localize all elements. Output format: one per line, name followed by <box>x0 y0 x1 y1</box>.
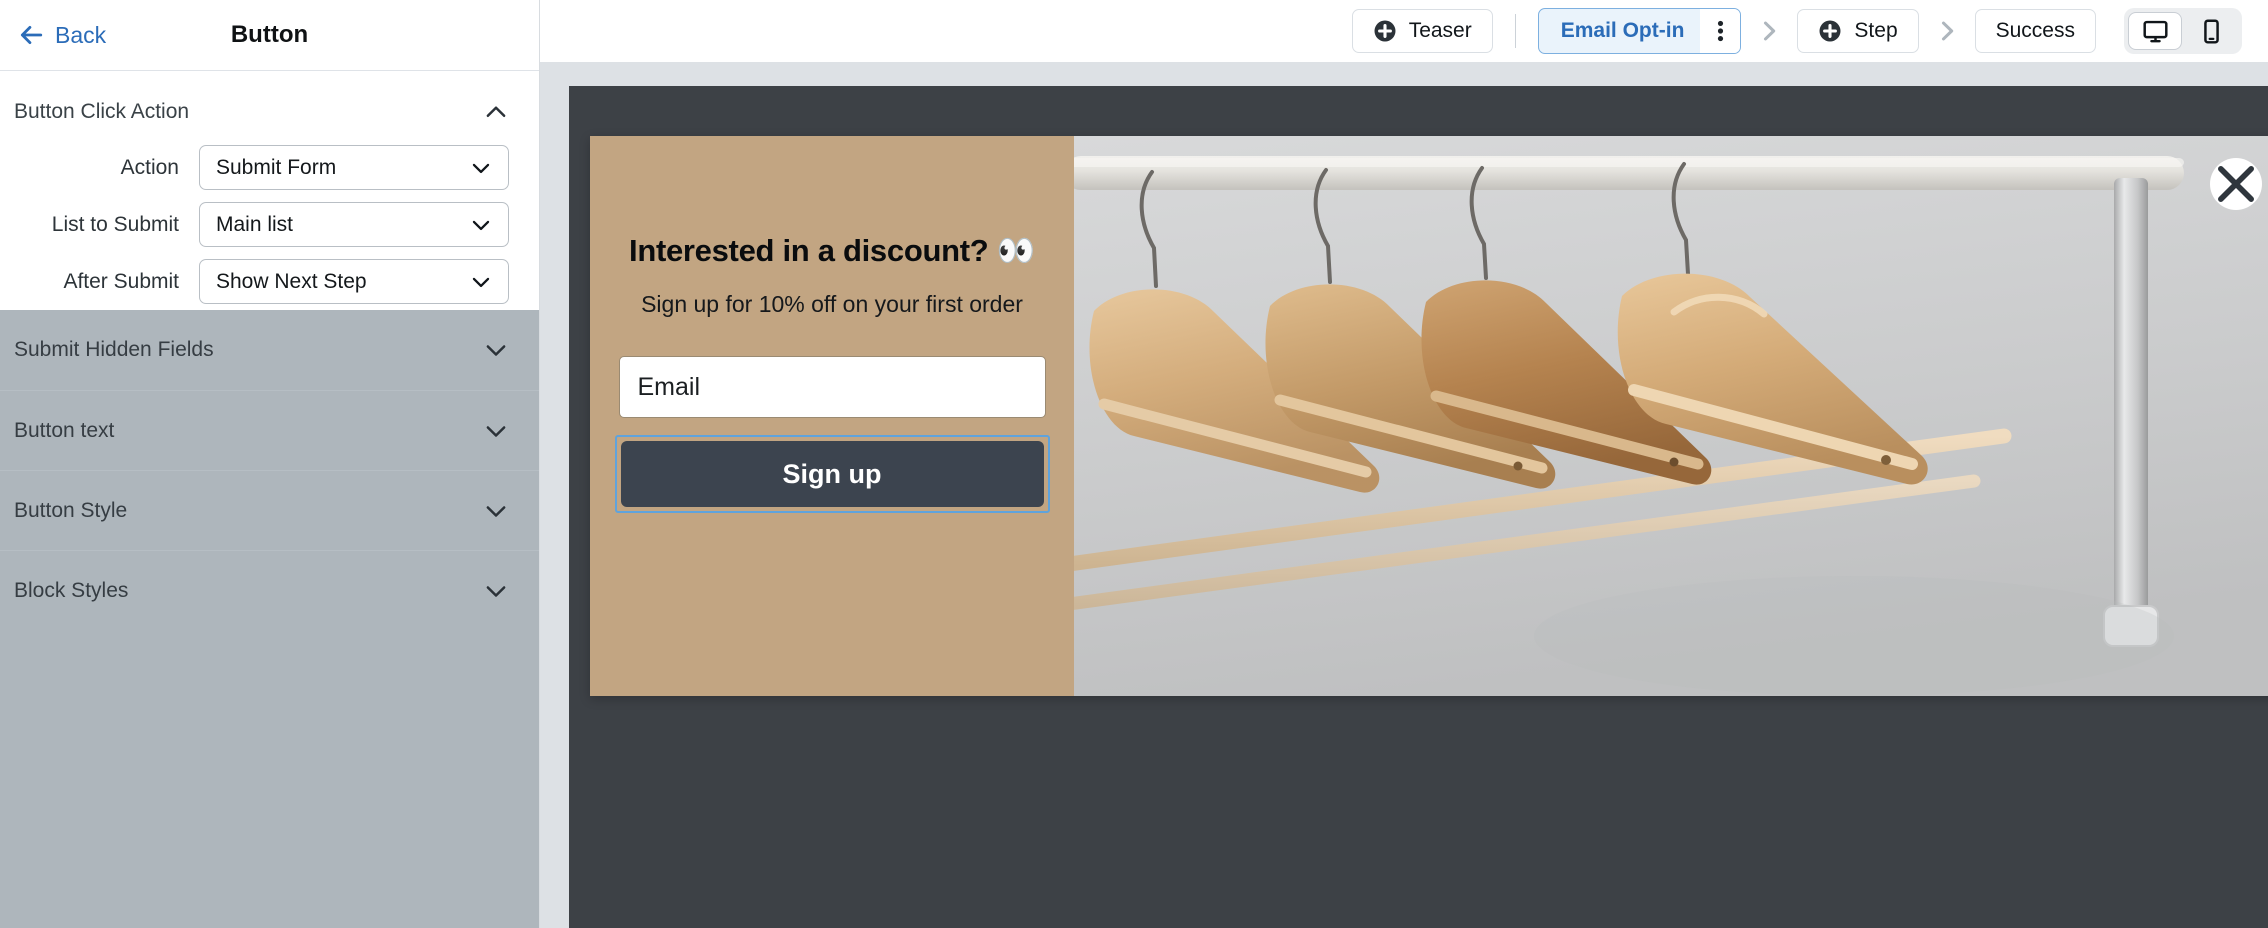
plus-circle-icon <box>1819 20 1841 42</box>
mobile-icon <box>2203 18 2219 44</box>
select-after-submit-value: Show Next Step <box>216 269 367 293</box>
chevron-down-icon <box>486 585 506 597</box>
popup-signup-button[interactable]: Sign up <box>620 441 1044 507</box>
arrow-left-icon <box>20 26 43 44</box>
more-vertical-icon <box>1717 20 1724 42</box>
popup-email-placeholder: Email <box>637 372 701 401</box>
step-options-button[interactable] <box>1700 9 1741 53</box>
section-label: Button text <box>14 418 115 442</box>
device-mobile-button[interactable] <box>2184 12 2238 50</box>
editor-main: Teaser Email Opt-in Step Success Interes… <box>540 0 2268 928</box>
hangers-photo <box>1074 136 2268 696</box>
chevron-right-icon <box>1764 21 1776 41</box>
add-teaser-button[interactable]: Teaser <box>1351 9 1493 53</box>
popup-preview: Interested in a discount? 👀 Sign up for … <box>590 136 2268 696</box>
chevron-down-icon <box>472 163 490 173</box>
section-label: Button Style <box>14 498 128 522</box>
sidebar-header: Back Button <box>0 0 539 71</box>
popup-headline: Interested in a discount? 👀 <box>629 233 1035 268</box>
success-label: Success <box>1995 19 2075 42</box>
form-row-after-submit: After Submit Show Next Step <box>0 253 539 310</box>
section-header-button-click-action[interactable]: Button Click Action <box>0 71 539 139</box>
plus-circle-icon <box>1374 20 1396 42</box>
back-button[interactable]: Back <box>18 22 106 49</box>
device-desktop-button[interactable] <box>2128 12 2182 50</box>
popup-subheadline: Sign up for 10% off on your first order <box>641 291 1023 317</box>
chevron-down-icon <box>472 277 490 287</box>
settings-sidebar: Back Button Button Click Action Action S… <box>0 0 540 928</box>
device-preview-toggle <box>2124 8 2242 54</box>
section-label: Button Click Action <box>14 100 190 123</box>
preview-stage: Interested in a discount? 👀 Sign up for … <box>569 86 2268 928</box>
popup-side-image[interactable]: Side Image <box>1074 136 2268 696</box>
chevron-down-icon <box>486 505 506 517</box>
app-root: Back Button Button Click Action Action S… <box>0 0 2268 928</box>
teaser-label: Teaser <box>1408 19 1472 42</box>
toolbar-divider <box>1514 14 1516 48</box>
field-label-action: Action <box>120 155 179 179</box>
collapsed-sections-list: Submit Hidden Fields Button text Button … <box>0 310 539 928</box>
popup-submit-selection-outline: Sign up <box>614 435 1050 513</box>
popup-email-input[interactable]: Email <box>618 356 1046 418</box>
section-button-text[interactable]: Button text <box>0 390 539 470</box>
chevron-down-icon <box>486 425 506 437</box>
popup-content-pane: Interested in a discount? 👀 Sign up for … <box>590 136 1074 696</box>
close-icon <box>2218 166 2254 202</box>
add-step-button[interactable]: Step <box>1797 9 1919 53</box>
section-submit-hidden-fields[interactable]: Submit Hidden Fields <box>0 310 539 390</box>
section-button-style[interactable]: Button Style <box>0 470 539 550</box>
select-after-submit[interactable]: Show Next Step <box>199 259 509 304</box>
step-email-opt-in[interactable]: Email Opt-in <box>1537 8 1742 54</box>
section-button-click-action: Button Click Action Action Submit Form L… <box>0 71 539 334</box>
step-name-label: Email Opt-in <box>1560 19 1685 42</box>
select-action-value: Submit Form <box>216 155 337 179</box>
popup-signup-label: Sign up <box>782 458 882 489</box>
step-success[interactable]: Success <box>1974 9 2096 53</box>
chevron-down-icon <box>472 220 490 230</box>
toolbar-inner: Teaser Email Opt-in Step Success <box>540 8 2246 54</box>
back-label: Back <box>55 21 107 48</box>
field-label-after-submit: After Submit <box>63 269 179 293</box>
select-list-to-submit-value: Main list <box>216 212 294 236</box>
chevron-up-icon <box>486 106 506 117</box>
form-row-action: Action Submit Form <box>0 139 539 196</box>
chevron-right-icon <box>1941 21 1953 41</box>
preview-canvas: Interested in a discount? 👀 Sign up for … <box>540 62 2268 928</box>
editor-toolbar: Teaser Email Opt-in Step Success <box>540 0 2268 62</box>
section-label: Block Styles <box>14 578 129 602</box>
field-label-list-to-submit: List to Submit <box>51 212 179 236</box>
select-list-to-submit[interactable]: Main list <box>199 202 509 247</box>
chevron-down-icon <box>486 345 506 356</box>
form-row-list-to-submit: List to Submit Main list <box>0 196 539 253</box>
section-block-styles[interactable]: Block Styles <box>0 550 539 630</box>
select-action[interactable]: Submit Form <box>199 145 509 190</box>
desktop-icon <box>2142 20 2168 42</box>
section-label: Submit Hidden Fields <box>14 338 214 361</box>
popup-close-button[interactable] <box>2210 158 2262 210</box>
add-step-label: Step <box>1854 19 1898 42</box>
